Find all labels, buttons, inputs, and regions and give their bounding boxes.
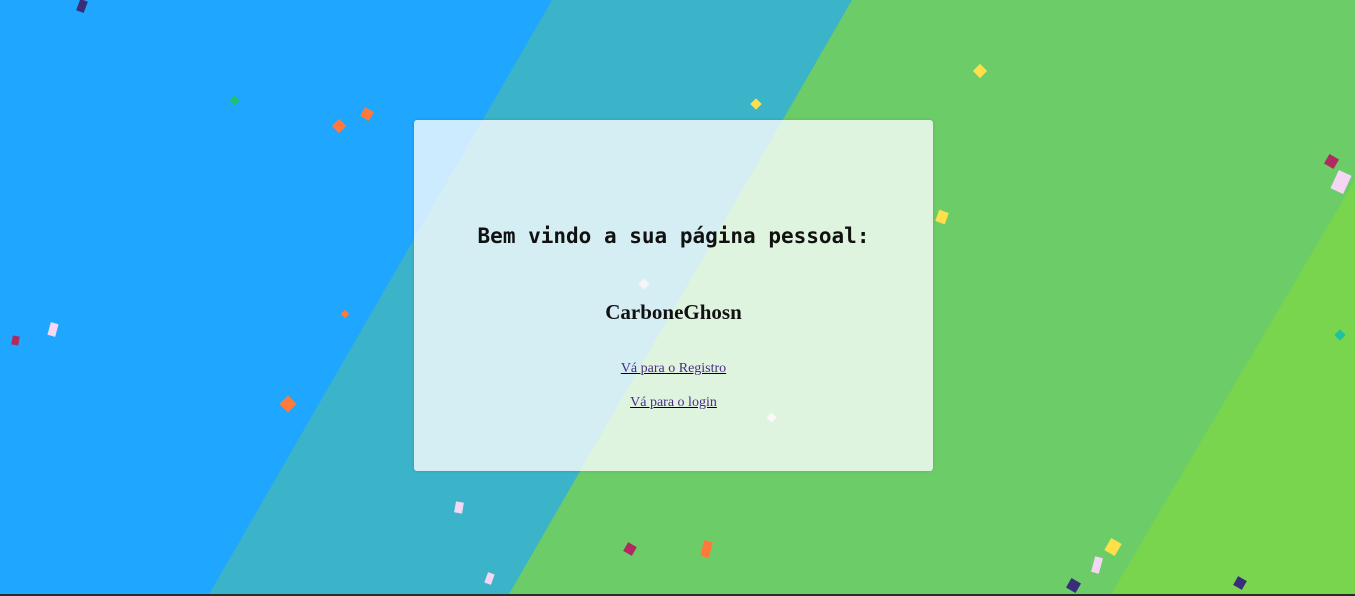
username: CarboneGhosn [605,300,742,324]
login-link-label[interactable]: Vá para o login [630,395,717,410]
register-link-label[interactable]: Vá para o Registro [621,361,726,376]
page-title: Bem vindo a sua página pessoal: [477,224,870,248]
welcome-card: Bem vindo a sua página pessoal: CarboneG… [414,120,933,471]
login-link[interactable]: Vá para o login [414,395,933,411]
register-link[interactable]: Vá para o Registro [414,361,933,377]
